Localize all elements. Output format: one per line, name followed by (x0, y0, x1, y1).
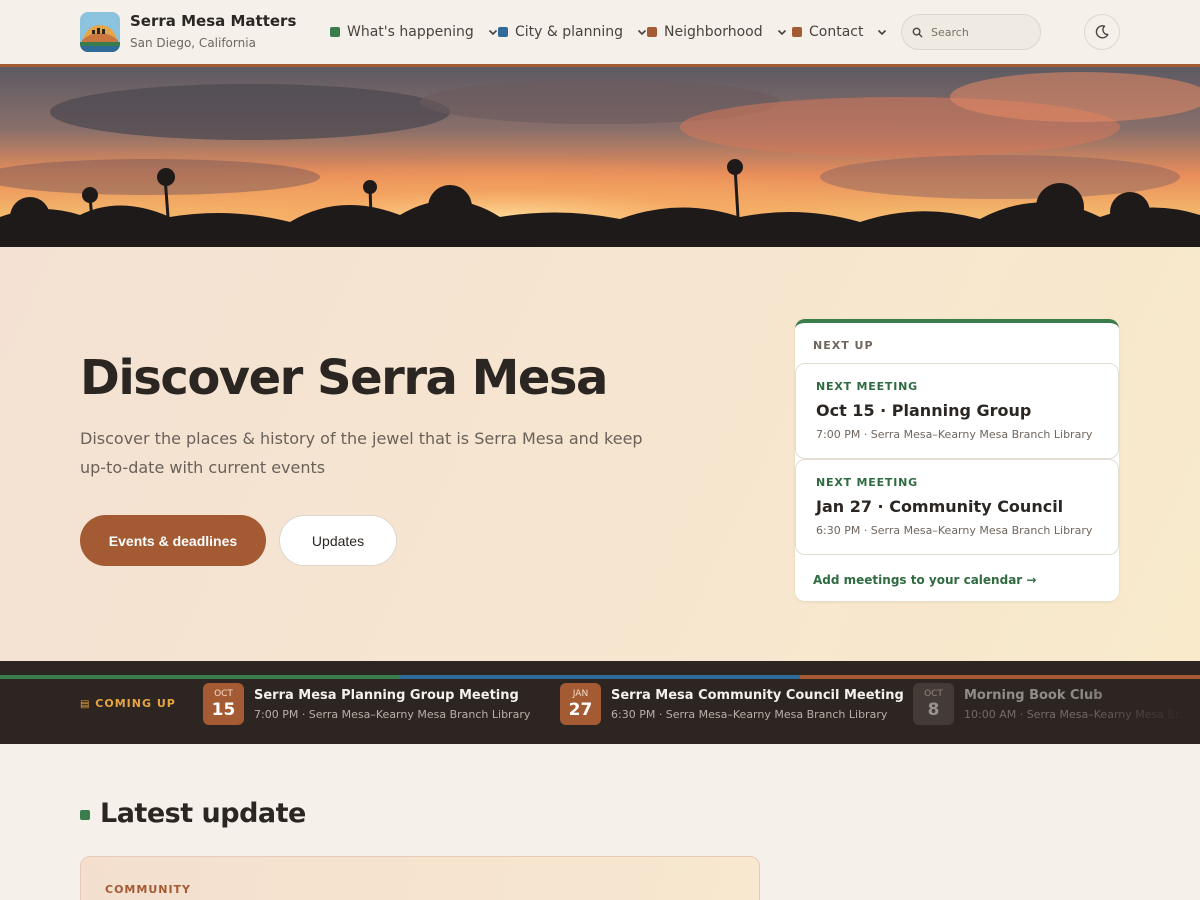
next-up-card: NEXT UP NEXT MEETING Oct 15 · Planning G… (795, 319, 1119, 601)
updates-button[interactable]: Updates (279, 515, 397, 566)
coming-up-strip: ▤ COMING UP OCT 15 Serra Mesa Planning G… (0, 661, 1200, 744)
site-logo[interactable] (80, 12, 120, 52)
coming-up-event[interactable]: OCT 15 Serra Mesa Planning Group Meeting… (203, 683, 530, 725)
next-meeting-item[interactable]: NEXT MEETING Jan 27 · Community Council … (795, 459, 1119, 555)
next-meeting-item[interactable]: NEXT MEETING Oct 15 · Planning Group 7:0… (795, 363, 1119, 459)
event-day: 15 (211, 699, 236, 720)
event-detail: 7:00 PM · Serra Mesa–Kearny Mesa Branch … (254, 707, 531, 721)
event-day: 27 (568, 699, 593, 720)
update-category: COMMUNITY (105, 883, 192, 896)
meeting-kicker: NEXT MEETING (816, 476, 918, 489)
sunset-banner-image (0, 67, 1200, 247)
nav-label: City & planning (515, 24, 624, 40)
search-input[interactable] (931, 25, 1026, 39)
coming-up-text: COMING UP (95, 697, 176, 710)
meeting-kicker: NEXT MEETING (816, 380, 918, 393)
nav-city-planning[interactable]: City & planning (498, 22, 648, 42)
event-month: OCT (924, 688, 943, 699)
date-badge: OCT 8 (913, 683, 954, 725)
strip-accent-bar (400, 675, 800, 679)
event-title: Serra Mesa Community Council Meeting (611, 687, 904, 703)
meeting-title: Jan 27 · Community Council (816, 497, 1064, 516)
section-marker-icon (80, 810, 90, 820)
moon-icon (1095, 25, 1109, 39)
nav-dot-icon (792, 27, 802, 37)
nav-label: Neighborhood (664, 24, 763, 40)
date-badge: JAN 27 (560, 683, 601, 725)
nav-neighborhood[interactable]: Neighborhood (647, 22, 788, 42)
search-icon (912, 27, 923, 38)
date-badge: OCT 15 (203, 683, 244, 725)
nav-dot-icon (647, 27, 657, 37)
coming-up-label: ▤ COMING UP (80, 697, 176, 710)
meeting-detail: 7:00 PM · Serra Mesa–Kearny Mesa Branch … (816, 428, 1093, 441)
event-title: Serra Mesa Planning Group Meeting (254, 687, 519, 703)
calendar-icon: ▤ (80, 699, 91, 710)
nav-whats-happening[interactable]: What's happening (330, 22, 499, 42)
site-title[interactable]: Serra Mesa Matters (130, 12, 296, 30)
add-to-calendar-link[interactable]: Add meetings to your calendar → (813, 573, 1036, 587)
nav-label: Contact (809, 24, 864, 40)
meeting-detail: 6:30 PM · Serra Mesa–Kearny Mesa Branch … (816, 524, 1093, 537)
chevron-down-icon (878, 29, 887, 36)
chevron-down-icon (777, 29, 786, 36)
nav-dot-icon (498, 27, 508, 37)
hero-subtitle: Discover the places & history of the jew… (80, 429, 643, 477)
strip-accent-bar (0, 675, 400, 679)
event-day: 8 (927, 699, 940, 720)
nav-label: What's happening (347, 24, 474, 40)
event-month: OCT (214, 688, 233, 699)
coming-up-event[interactable]: JAN 27 Serra Mesa Community Council Meet… (560, 683, 904, 725)
events-deadlines-button[interactable]: Events & deadlines (80, 515, 266, 566)
nav-contact[interactable]: Contact (792, 22, 888, 42)
nav-dot-icon (330, 27, 340, 37)
latest-update-card[interactable]: COMMUNITY (80, 856, 760, 900)
hero-title: Discover Serra Mesa (80, 350, 608, 406)
meeting-title: Oct 15 · Planning Group (816, 401, 1032, 420)
event-detail: 6:30 PM · Serra Mesa–Kearny Mesa Branch … (611, 707, 888, 721)
site-subtitle: San Diego, California (130, 36, 256, 50)
next-up-heading: NEXT UP (813, 339, 874, 352)
event-month: JAN (572, 688, 589, 699)
chevron-down-icon (488, 29, 497, 36)
search-box[interactable] (901, 14, 1041, 50)
strip-fade-overlay (1080, 679, 1200, 744)
site-header: Serra Mesa Matters San Diego, California… (0, 0, 1200, 64)
latest-update-heading: Latest update (100, 798, 306, 829)
theme-toggle-button[interactable] (1084, 14, 1120, 50)
